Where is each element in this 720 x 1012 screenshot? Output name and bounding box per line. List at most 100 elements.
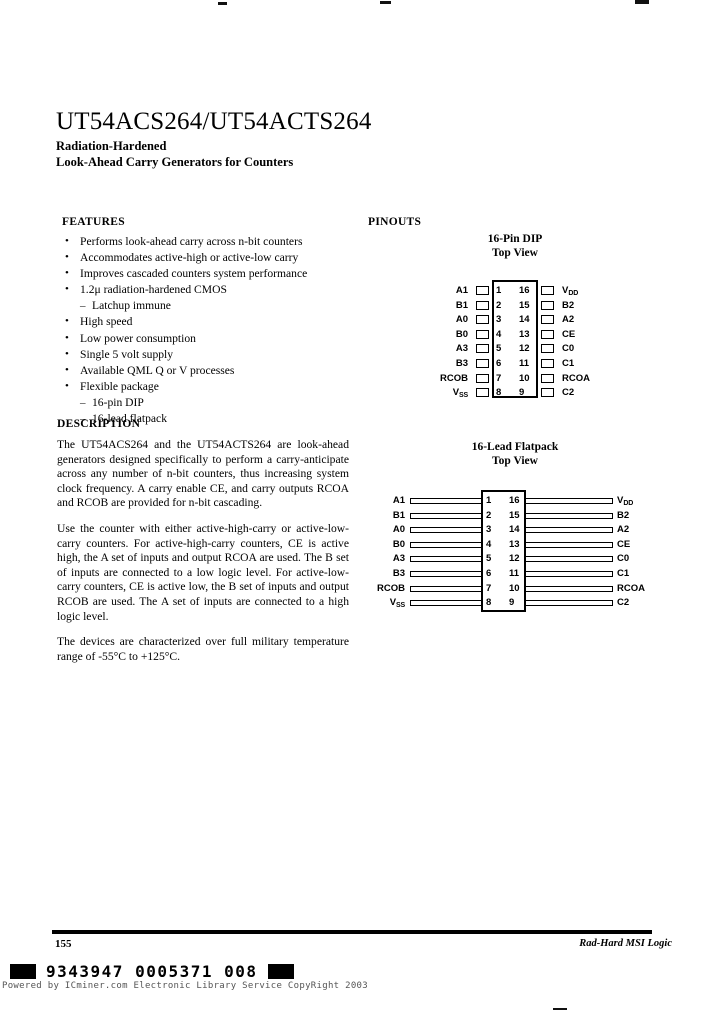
dip-caption: 16-Pin DIP Top View	[400, 232, 630, 260]
dip-pin-number-left: 3	[496, 314, 502, 326]
dip-pin-number-left: 2	[496, 299, 502, 311]
flatpack-lead-left	[410, 512, 488, 519]
flatpack-caption: 16-Lead Flatpack Top View	[370, 440, 660, 468]
flatpack-pin-number-left: 3	[486, 524, 492, 536]
dip-pin-label-right: RCOA	[562, 372, 590, 384]
datasheet-page: UT54ACS264/UT54ACTS264 Radiation-Hardene…	[0, 0, 720, 1012]
flatpack-lead-left	[410, 541, 488, 548]
dip-pin-label-left: A1	[455, 285, 468, 296]
feature-item: Latchup immune	[62, 298, 352, 314]
dip-pin-label-left: RCOB	[440, 372, 468, 384]
flatpack-lead-right	[520, 512, 613, 519]
dip-pin-pad-left	[476, 344, 489, 354]
flatpack-lead-right	[520, 498, 613, 504]
dip-pin-label-right: C0	[562, 343, 575, 355]
flatpack-pin-number-right: 15	[509, 509, 520, 521]
dip-pin-label-left: A0	[455, 314, 468, 326]
dip-pin-number-right: 9	[519, 387, 525, 399]
microfiche-code: 9343947 0005371 008	[10, 962, 294, 981]
flatpack-pinout-diagram: 16-Lead Flatpack Top View A1 1 16 VDD B1 2 15 B…	[370, 440, 660, 618]
flatpack-lead-left	[410, 556, 488, 563]
flatpack-pin-number-left: 6	[486, 568, 492, 579]
scan-artifact	[553, 1008, 567, 1010]
scan-watermark: Powered by ICminer.com Electronic Librar…	[2, 981, 368, 991]
feature-item: Performs look-ahead carry across n-bit c…	[62, 233, 352, 250]
flatpack-pin-number-right: 10	[509, 582, 520, 594]
dip-pin-number-left: 6	[496, 358, 502, 369]
flatpack-pin-label-left: A1	[392, 495, 405, 506]
flatpack-pin-label-right: CE	[617, 538, 631, 550]
fiche-code-text: 9343947 0005371 008	[46, 962, 258, 981]
dip-pin-number-left: 8	[496, 387, 502, 399]
dip-pin-label-left: B0	[455, 328, 468, 340]
dip-pin-pad-left	[476, 373, 489, 383]
dip-pin-pad-right	[541, 344, 554, 354]
flatpack-pin-label-left: B3	[392, 568, 405, 579]
flatpack-pin-number-left: 7	[486, 582, 492, 594]
dip-pin-pad-left	[476, 300, 489, 310]
flatpack-lead-left	[410, 498, 488, 504]
dip-pin-pad-left	[476, 388, 489, 398]
flatpack-lead-right	[520, 571, 613, 577]
dip-pin-number-left: 5	[496, 343, 502, 355]
flatpack-pin-label-right: C1	[617, 568, 630, 579]
flatpack-pin-label-right: RCOA	[617, 582, 645, 594]
fiche-block-right-icon	[267, 964, 294, 979]
description-heading: DESCRIPTION	[57, 418, 141, 430]
dip-pin-pad-right	[541, 315, 554, 325]
flatpack-pin-row: A3 5 12 C0	[370, 552, 660, 566]
flatpack-lead-left	[410, 600, 488, 607]
flatpack-pin-number-right: 16	[509, 495, 520, 506]
footer-product-family: Rad-Hard MSI Logic	[579, 938, 672, 949]
dip-pin-pad-left	[476, 359, 489, 368]
flatpack-pin-label-left: B1	[392, 509, 405, 521]
dip-pin-pad-right	[541, 329, 554, 339]
dip-pin-number-right: 16	[519, 285, 530, 296]
dip-pin-label-right: B2	[562, 299, 575, 311]
flatpack-pin-row: B3 6 11 C1	[370, 567, 660, 581]
dip-pin-number-left: 7	[496, 372, 502, 384]
dip-pin-row: B1 2 15 B2	[400, 299, 630, 312]
feature-item: Accommodates active-high or active-low c…	[62, 249, 352, 266]
dip-package-outline: A1 1 16 VDD B1 2 15 B2 A0 3 14 A2 B0 4 13 CE A3 5 12 C0 B3 6 1…	[400, 278, 630, 408]
flatpack-pin-label-left: A0	[392, 524, 405, 536]
flatpack-pin-label-right: B2	[617, 509, 630, 521]
description-paragraph-1: The UT54ACS264 and the UT54ACTS264 are l…	[57, 438, 349, 510]
dip-pin-row: VSS 8 9 C2	[400, 386, 630, 399]
feature-item: 16-pin DIP	[62, 395, 352, 411]
dip-pin-label-right: CE	[562, 328, 576, 340]
dip-pin-label-left: B1	[455, 299, 468, 311]
description-paragraph-2: Use the counter with either active-high-…	[57, 521, 349, 623]
flatpack-lead-right	[520, 527, 613, 534]
feature-item: Flexible package	[62, 378, 352, 395]
dip-pin-number-right: 13	[519, 328, 530, 340]
flatpack-caption-line2: Top View	[492, 455, 538, 467]
dip-pin-number-right: 12	[519, 343, 530, 355]
description-body: The UT54ACS264 and the UT54ACTS264 are l…	[57, 438, 349, 675]
flatpack-package-outline: A1 1 16 VDD B1 2 15 B2 A0 3 14 A2 B0 4 13 CE A3 5 12 C0 B3 6 1…	[370, 486, 660, 618]
flatpack-pin-number-right: 14	[509, 524, 520, 536]
dip-pin-number-right: 11	[519, 358, 530, 369]
scan-artifact	[635, 0, 649, 4]
dip-pin-row: B0 4 13 CE	[400, 328, 630, 341]
flatpack-pin-row: B1 2 15 B2	[370, 509, 660, 523]
flatpack-lead-right	[520, 585, 613, 592]
dip-caption-line1: 16-Pin DIP	[487, 233, 543, 245]
page-number: 155	[55, 938, 72, 950]
feature-item: High speed	[62, 313, 352, 330]
flatpack-pin-number-right: 11	[509, 568, 520, 579]
dip-pin-number-left: 1	[496, 285, 502, 296]
feature-item: Low power consumption	[62, 330, 352, 347]
flatpack-pin-number-left: 8	[486, 597, 492, 609]
dip-pin-label-right: A2	[562, 314, 575, 326]
flatpack-pin-label-right: C2	[617, 597, 630, 609]
flatpack-pin-row: A1 1 16 VDD	[370, 494, 660, 508]
dip-pin-label-left: B3	[455, 358, 468, 369]
flatpack-pin-label-left: RCOB	[377, 582, 405, 594]
dip-pin-row: RCOB 7 10 RCOA	[400, 372, 630, 385]
flatpack-lead-right	[520, 541, 613, 548]
flatpack-pin-number-left: 1	[486, 495, 492, 506]
flatpack-pin-label-left: VSS	[389, 597, 405, 610]
scan-artifact	[218, 2, 227, 5]
dip-pin-pad-right	[541, 300, 554, 310]
